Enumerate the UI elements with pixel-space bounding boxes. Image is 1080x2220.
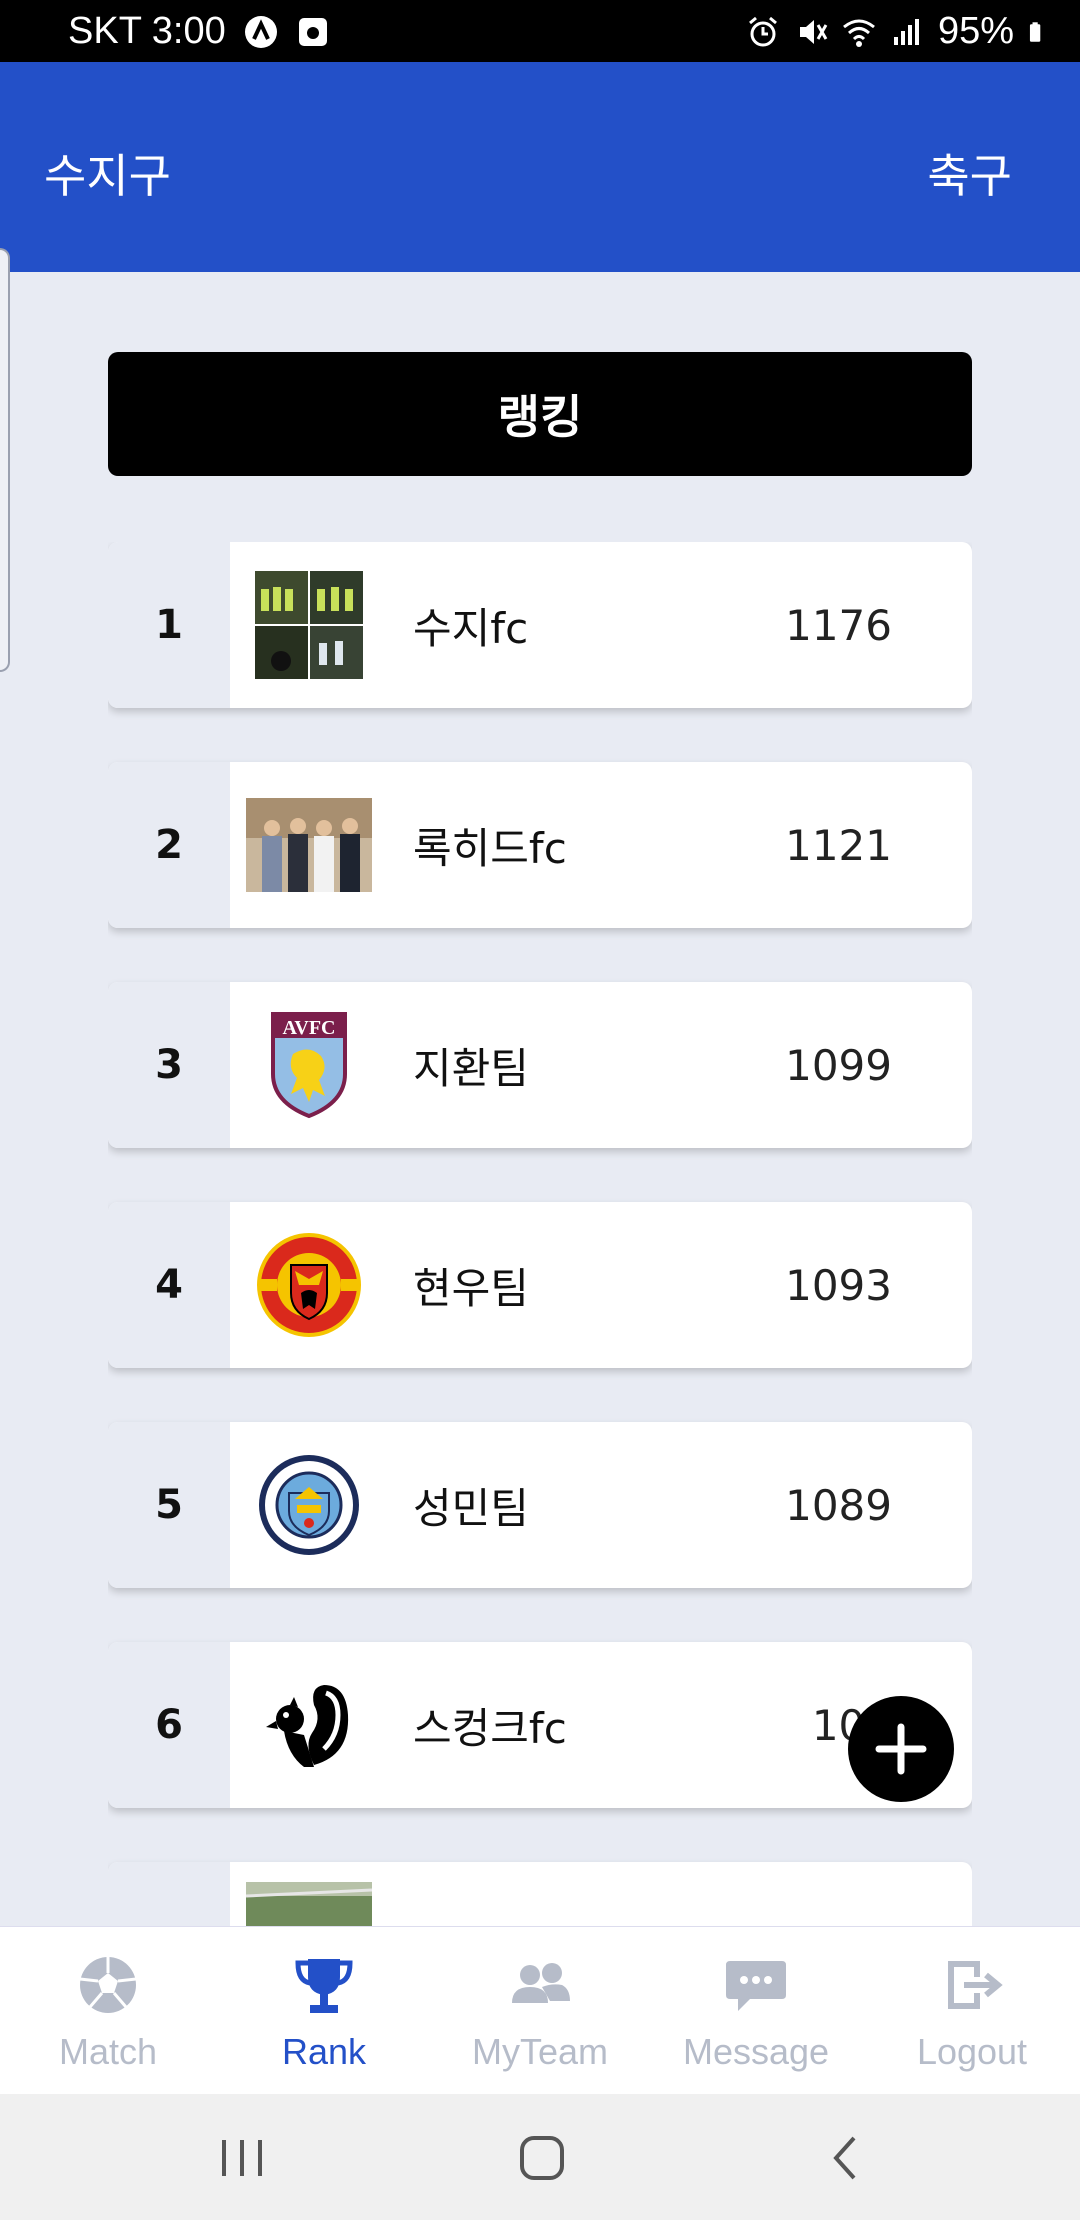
nav-label: Rank — [281, 2031, 367, 2072]
team-name: 현우팀 — [413, 1263, 529, 1313]
rank-number: 4 — [108, 1202, 230, 1368]
plus-icon — [875, 1723, 927, 1775]
users-icon — [512, 1963, 570, 2003]
carrier-time: SKT 3:00 — [68, 10, 226, 52]
man-united-crest — [246, 1222, 372, 1348]
nav-item-match[interactable]: Match — [0, 1927, 216, 2095]
team-points: 1176 — [785, 600, 892, 650]
sport-selector[interactable]: 축구 — [927, 140, 1012, 206]
nav-label: MyTeam — [471, 2031, 609, 2072]
nav-item-rank[interactable]: Rank — [216, 1927, 432, 2095]
team-points: 1093 — [785, 1260, 892, 1310]
man-city-crest — [246, 1442, 372, 1568]
man-city-crest-image — [259, 1455, 359, 1555]
ranking-card[interactable]: 3 AVFC 지환팀 1099 — [108, 982, 972, 1148]
team-photo — [246, 562, 372, 688]
battery-percent: 95% — [937, 10, 1014, 52]
battery-icon — [1029, 21, 1041, 42]
nav-label: Logout — [916, 2031, 1028, 2072]
team-photo-image — [255, 571, 363, 679]
status-left: SKT 3:00 — [68, 10, 330, 53]
rank-number: 5 — [108, 1422, 230, 1588]
ranking-card[interactable]: 4 현우팀 1093 — [108, 1202, 972, 1368]
nav-item-myteam[interactable]: MyTeam — [432, 1927, 648, 2095]
soccer-ball-icon — [79, 1957, 137, 2013]
status-right: 95% — [746, 10, 1050, 53]
system-nav-bar — [0, 2094, 1080, 2220]
ranking-card[interactable]: 1 수지fc 1176 — [108, 542, 972, 708]
rank-number: 1 — [108, 542, 230, 708]
ranking-card[interactable]: 2 록히드fc 1121 — [108, 762, 972, 928]
ride-icon — [244, 15, 277, 48]
skunk-logo — [246, 1662, 372, 1788]
rank-number: 3 — [108, 982, 230, 1148]
rank-number: 6 — [108, 1642, 230, 1808]
team-photo-image — [246, 798, 372, 892]
team-photo — [246, 782, 372, 908]
recent-apps-icon[interactable] — [212, 2130, 272, 2186]
status-bar: SKT 3:00 95% — [0, 0, 1080, 62]
avfc-crest: AVFC — [246, 1002, 372, 1128]
wifi-icon — [843, 19, 875, 47]
team-name: 록히드fc — [413, 823, 567, 873]
nav-item-logout[interactable]: Logout — [864, 1927, 1080, 2095]
nav-item-message[interactable]: Message — [648, 1927, 864, 2095]
mute-icon — [799, 19, 828, 44]
chat-icon — [726, 1961, 786, 2011]
team-points: 1099 — [785, 1040, 892, 1090]
team-name: 성민팀 — [413, 1483, 529, 1533]
team-points: 1089 — [785, 1480, 892, 1530]
team-name: 수지fc — [413, 603, 529, 653]
team-points: 1121 — [785, 820, 892, 870]
media-icon — [298, 17, 327, 46]
team-photo — [246, 1882, 372, 1926]
trophy-icon — [295, 1959, 353, 2013]
man-united-crest-image — [257, 1233, 361, 1337]
bottom-nav: Match Rank MyTeam Message Logout — [0, 1926, 1080, 2095]
ranking-title: 랭킹 — [497, 390, 583, 444]
ranking-card[interactable]: 6 스컹크fc 107 — [108, 1642, 972, 1808]
ranking-list[interactable]: 1 수지fc 1176 2 록히드fc 1121 3 AVFC 지환팀 1099… — [108, 542, 972, 1926]
region-selector[interactable]: 수지구 — [44, 140, 171, 206]
ranking-card[interactable] — [108, 1862, 972, 1926]
team-photo-image — [246, 1882, 372, 1926]
skunk-logo-image — [266, 1685, 349, 1767]
team-name: 스컹크fc — [413, 1703, 567, 1753]
add-button[interactable] — [848, 1696, 954, 1802]
back-icon[interactable] — [816, 2130, 876, 2186]
team-name: 지환팀 — [413, 1043, 529, 1093]
nav-label: Match — [58, 2031, 158, 2072]
nav-label: Message — [682, 2031, 830, 2072]
home-icon[interactable] — [512, 2130, 572, 2186]
rank-number: 2 — [108, 762, 230, 928]
rank-number — [108, 1862, 230, 1926]
logout-icon — [948, 1961, 1003, 2009]
avfc-text: AVFC — [283, 1017, 336, 1039]
ranking-banner: 랭킹 — [108, 352, 972, 476]
avfc-crest-image: AVFC — [271, 1012, 347, 1119]
app-header: 수지구 축구 — [0, 62, 1080, 272]
signal-icon — [893, 18, 919, 45]
alarm-icon — [748, 16, 777, 46]
drawer-handle[interactable] — [0, 248, 10, 672]
ranking-card[interactable]: 5 성민팀 1089 — [108, 1422, 972, 1588]
